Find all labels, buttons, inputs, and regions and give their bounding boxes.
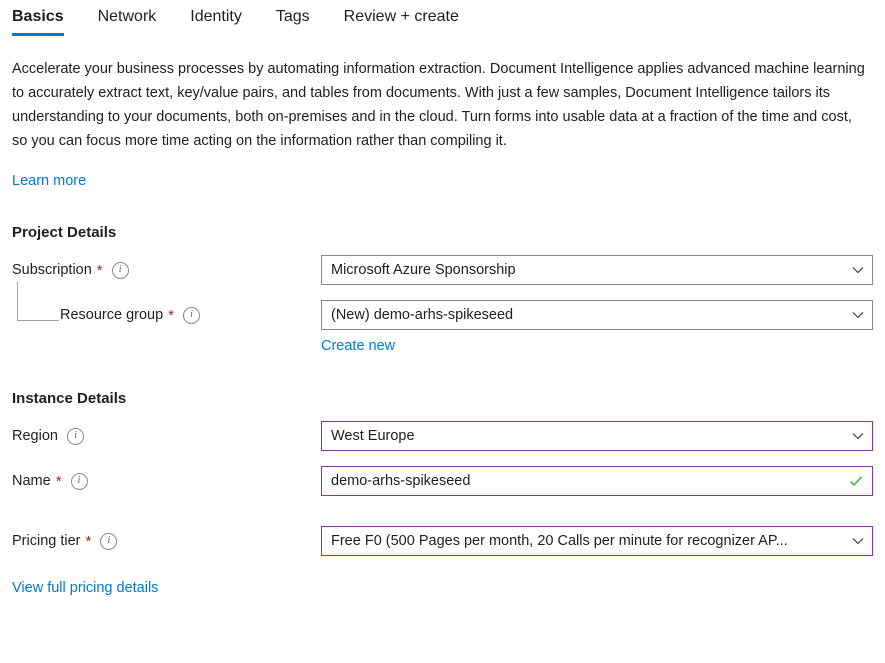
name-label-group: Name * i [12, 472, 88, 490]
pricing-tier-row: Pricing tier * i Free F0 (500 Pages per … [0, 525, 885, 557]
resource-group-value: (New) demo-arhs-spikeseed [331, 307, 514, 323]
tab-identity[interactable]: Identity [190, 6, 242, 36]
region-dropdown[interactable]: West Europe [321, 421, 873, 451]
info-icon[interactable]: i [111, 261, 129, 279]
subscription-label: Subscription [12, 262, 92, 278]
subscription-dropdown[interactable]: Microsoft Azure Sponsorship [321, 255, 873, 285]
subscription-required-asterisk: * [96, 261, 103, 279]
name-required-asterisk: * [55, 472, 62, 490]
name-label: Name [12, 473, 51, 489]
info-icon[interactable]: i [100, 532, 118, 550]
name-value: demo-arhs-spikeseed [331, 473, 471, 489]
tab-tags[interactable]: Tags [276, 6, 310, 36]
tab-basics-label: Basics [12, 8, 64, 25]
subscription-value: Microsoft Azure Sponsorship [331, 262, 516, 278]
info-icon[interactable]: i [66, 427, 84, 445]
subscription-row: Subscription * i Microsoft Azure Sponsor… [0, 254, 885, 286]
tab-network-label: Network [97, 8, 157, 25]
learn-more-row: Learn more [12, 171, 885, 191]
name-input[interactable]: demo-arhs-spikeseed [321, 466, 873, 496]
indent-connector-line [17, 282, 59, 321]
learn-more-link[interactable]: Learn more [12, 173, 86, 189]
name-row: Name * i demo-arhs-spikeseed [0, 465, 885, 497]
info-icon[interactable]: i [70, 472, 88, 490]
tab-identity-label: Identity [190, 8, 242, 25]
chevron-down-icon [852, 309, 864, 321]
chevron-down-icon [852, 430, 864, 442]
view-pricing-row: View full pricing details [12, 578, 885, 598]
tab-review-create-label: Review + create [343, 8, 459, 25]
tab-bar: Basics Network Identity Tags Review + cr… [0, 0, 885, 40]
resource-group-label-group: Resource group * i [60, 306, 201, 324]
info-icon[interactable]: i [183, 306, 201, 324]
pricing-tier-required-asterisk: * [85, 532, 92, 550]
pricing-tier-label-group: Pricing tier * i [12, 532, 118, 550]
region-label-group: Region i [12, 427, 84, 445]
resource-group-dropdown[interactable]: (New) demo-arhs-spikeseed [321, 300, 873, 330]
chevron-down-icon [852, 264, 864, 276]
tab-network[interactable]: Network [98, 6, 157, 36]
region-row: Region i West Europe [0, 420, 885, 452]
pricing-tier-dropdown[interactable]: Free F0 (500 Pages per month, 20 Calls p… [321, 526, 873, 556]
resource-group-label: Resource group [60, 307, 164, 323]
checkmark-icon [848, 473, 864, 489]
pricing-tier-value: Free F0 (500 Pages per month, 20 Calls p… [331, 533, 788, 549]
service-description: Accelerate your business processes by au… [12, 61, 865, 149]
create-new-row: Create new [321, 336, 885, 356]
tab-tags-label: Tags [275, 8, 310, 25]
tab-review-create[interactable]: Review + create [344, 6, 459, 36]
pricing-tier-label: Pricing tier [12, 533, 81, 549]
chevron-down-icon [852, 535, 864, 547]
create-new-link[interactable]: Create new [321, 338, 395, 354]
view-full-pricing-details-link[interactable]: View full pricing details [12, 580, 158, 596]
resource-group-row: Resource group * i (New) demo-arhs-spike… [0, 282, 885, 331]
subscription-label-group: Subscription * i [12, 261, 129, 279]
project-details-heading: Project Details [12, 224, 117, 241]
tab-basics[interactable]: Basics [12, 6, 64, 36]
region-label: Region [12, 428, 58, 444]
resource-group-required-asterisk: * [168, 306, 175, 324]
instance-details-heading: Instance Details [12, 390, 127, 407]
region-value: West Europe [331, 428, 415, 444]
